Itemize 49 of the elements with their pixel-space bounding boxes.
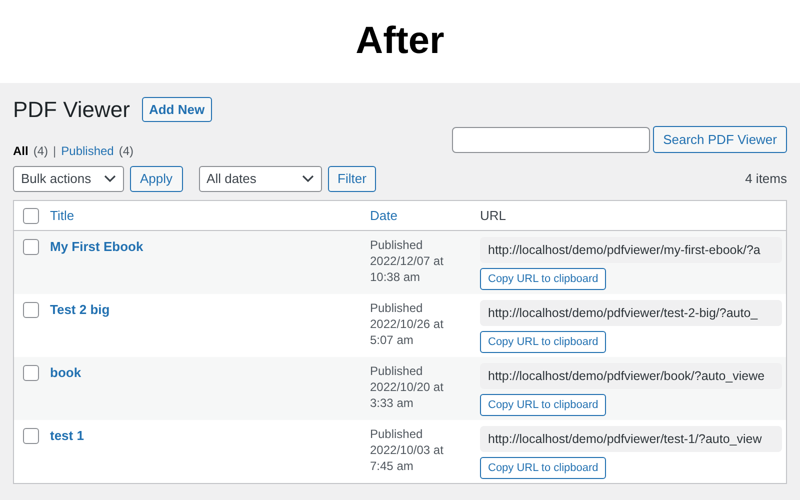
- post-title-link[interactable]: My First Ebook: [50, 237, 370, 256]
- checkbox[interactable]: [23, 208, 39, 224]
- post-time: 7:45 am: [370, 458, 414, 474]
- checkbox[interactable]: [23, 302, 39, 318]
- post-date: 2022/10/26 at: [370, 316, 444, 332]
- post-date: 2022/10/20 at: [370, 379, 444, 395]
- apply-button[interactable]: Apply: [130, 166, 183, 192]
- bulk-actions-select[interactable]: Bulk actions: [13, 166, 124, 192]
- post-status: Published: [370, 426, 424, 442]
- copy-url-button[interactable]: Copy URL to clipboard: [480, 394, 606, 416]
- url-field[interactable]: http://localhost/demo/pdfviewer/test-2-big/?auto_: [480, 300, 782, 326]
- copy-url-button[interactable]: Copy URL to clipboard: [480, 268, 606, 290]
- post-date: 2022/10/03 at: [370, 442, 444, 458]
- filter-link[interactable]: All: [13, 142, 28, 160]
- url-field[interactable]: http://localhost/demo/pdfviewer/book/?auto_viewe: [480, 363, 782, 389]
- url-field[interactable]: http://localhost/demo/pdfviewer/test-1/?auto_view: [480, 426, 782, 452]
- checkbox[interactable]: [23, 365, 39, 381]
- dates-select[interactable]: All dates: [198, 166, 322, 192]
- filter-button[interactable]: Filter: [328, 166, 376, 192]
- copy-url-button[interactable]: Copy URL to clipboard: [480, 457, 606, 479]
- search-button[interactable]: Search PDF Viewer: [653, 126, 787, 153]
- add-new-button[interactable]: Add New: [142, 96, 212, 122]
- search-field[interactable]: [452, 126, 650, 152]
- checkbox[interactable]: [23, 239, 39, 255]
- item-count: 4 items: [745, 170, 787, 188]
- page-title: PDF Viewer: [13, 96, 130, 124]
- filter-count: (4): [118, 143, 134, 160]
- url-field[interactable]: http://localhost/demo/pdfviewer/my-first-ebook/?a: [480, 237, 782, 263]
- checkbox[interactable]: [23, 428, 39, 444]
- filter-count: (4): [33, 143, 48, 160]
- chevron-down-icon: [104, 175, 116, 183]
- post-time: 10:38 am: [370, 269, 422, 285]
- column-header: URL: [480, 206, 506, 225]
- post-title-link[interactable]: Test 2 big: [50, 300, 370, 320]
- filter-link[interactable]: Published: [61, 142, 114, 160]
- post-status: Published: [370, 363, 424, 379]
- post-time: 5:07 am: [370, 332, 414, 348]
- separator: |: [53, 143, 56, 160]
- post-status: Published: [370, 237, 424, 253]
- post-title-link[interactable]: test 1: [50, 426, 370, 446]
- post-status: Published: [370, 300, 424, 316]
- copy-url-button[interactable]: Copy URL to clipboard: [480, 331, 606, 353]
- chevron-down-icon: [302, 175, 314, 183]
- column-header[interactable]: Title: [50, 206, 370, 226]
- post-time: 3:33 am: [370, 395, 414, 411]
- post-title-link[interactable]: book: [50, 363, 370, 382]
- banner-title: After: [356, 19, 444, 64]
- post-date: 2022/12/07 at: [370, 253, 444, 269]
- column-header[interactable]: Date: [370, 206, 480, 226]
